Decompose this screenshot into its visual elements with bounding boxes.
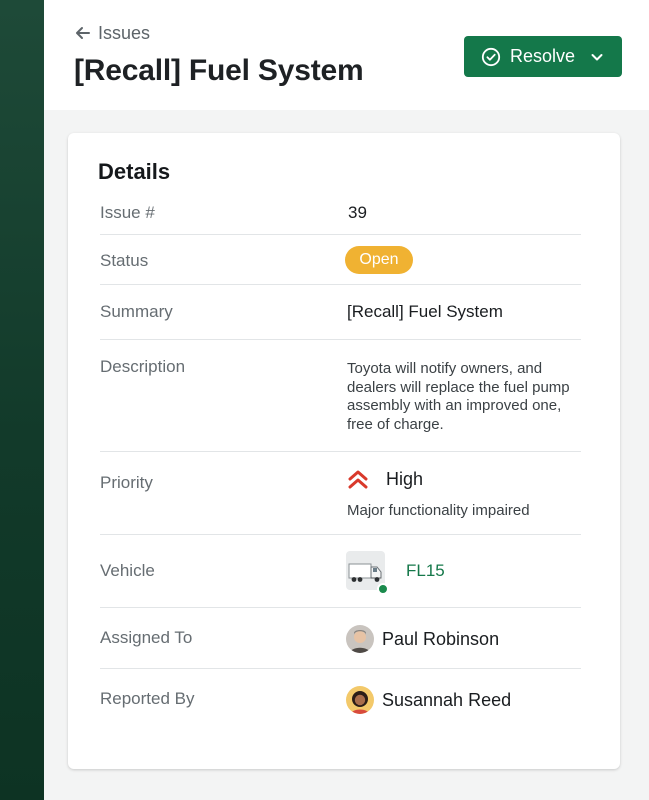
page-header: Issues [Recall] Fuel System Resolve <box>44 0 649 110</box>
back-to-issues-link[interactable]: Issues <box>74 22 150 44</box>
check-circle-icon <box>481 47 501 66</box>
chevron-down-icon <box>591 53 603 60</box>
reported-by-row: Reported By Susannah Reed <box>100 669 581 730</box>
priority-row: Priority High Major functionality impair… <box>100 452 581 535</box>
issue-number-label: Issue # <box>100 203 155 222</box>
vehicle-link[interactable]: FL15 <box>406 561 445 581</box>
priority-value: High <box>386 469 424 489</box>
reported-by-label: Reported By <box>100 689 195 708</box>
double-chevron-up-icon <box>348 470 368 489</box>
priority-subtext: Major functionality impaired <box>347 502 530 519</box>
status-badge: Open <box>345 246 413 274</box>
resolve-button[interactable]: Resolve <box>464 36 622 77</box>
priority-label: Priority <box>100 473 153 492</box>
summary-row: Summary [Recall] Fuel System <box>100 285 581 340</box>
summary-value: [Recall] Fuel System <box>347 302 503 321</box>
issue-number-row: Issue # 39 <box>100 189 581 235</box>
person-avatar-icon <box>346 686 374 714</box>
vehicle-label: Vehicle <box>100 561 155 580</box>
back-link-label: Issues <box>98 22 151 43</box>
status-label: Status <box>100 251 149 270</box>
assigned-to-value[interactable]: Paul Robinson <box>382 629 499 650</box>
description-row: Description Toyota will notify owners, a… <box>100 340 581 452</box>
description-value: Toyota will notify owners, and dealers w… <box>347 360 570 433</box>
avatar <box>346 686 374 714</box>
assigned-to-row: Assigned To Paul Robinson <box>100 608 581 669</box>
status-row: Status Open <box>100 235 581 285</box>
details-card: Details Issue # 39 Status Open Summary [… <box>68 133 620 769</box>
issue-number-value: 39 <box>348 203 367 222</box>
summary-label: Summary <box>100 302 173 321</box>
arrow-left-icon <box>76 27 90 39</box>
avatar <box>346 625 374 653</box>
assigned-to-label: Assigned To <box>100 628 193 647</box>
page-title: [Recall] Fuel System <box>74 54 364 87</box>
person-avatar-icon <box>346 625 374 653</box>
description-label: Description <box>100 357 186 376</box>
resolve-button-label: Resolve <box>510 46 576 66</box>
sidebar-rail <box>0 0 44 800</box>
details-heading: Details <box>98 159 171 184</box>
reported-by-value[interactable]: Susannah Reed <box>382 690 511 711</box>
vehicle-row: Vehicle FL15 <box>100 535 581 608</box>
vehicle-status-dot <box>377 583 389 595</box>
vehicle-thumbnail[interactable] <box>346 551 389 595</box>
